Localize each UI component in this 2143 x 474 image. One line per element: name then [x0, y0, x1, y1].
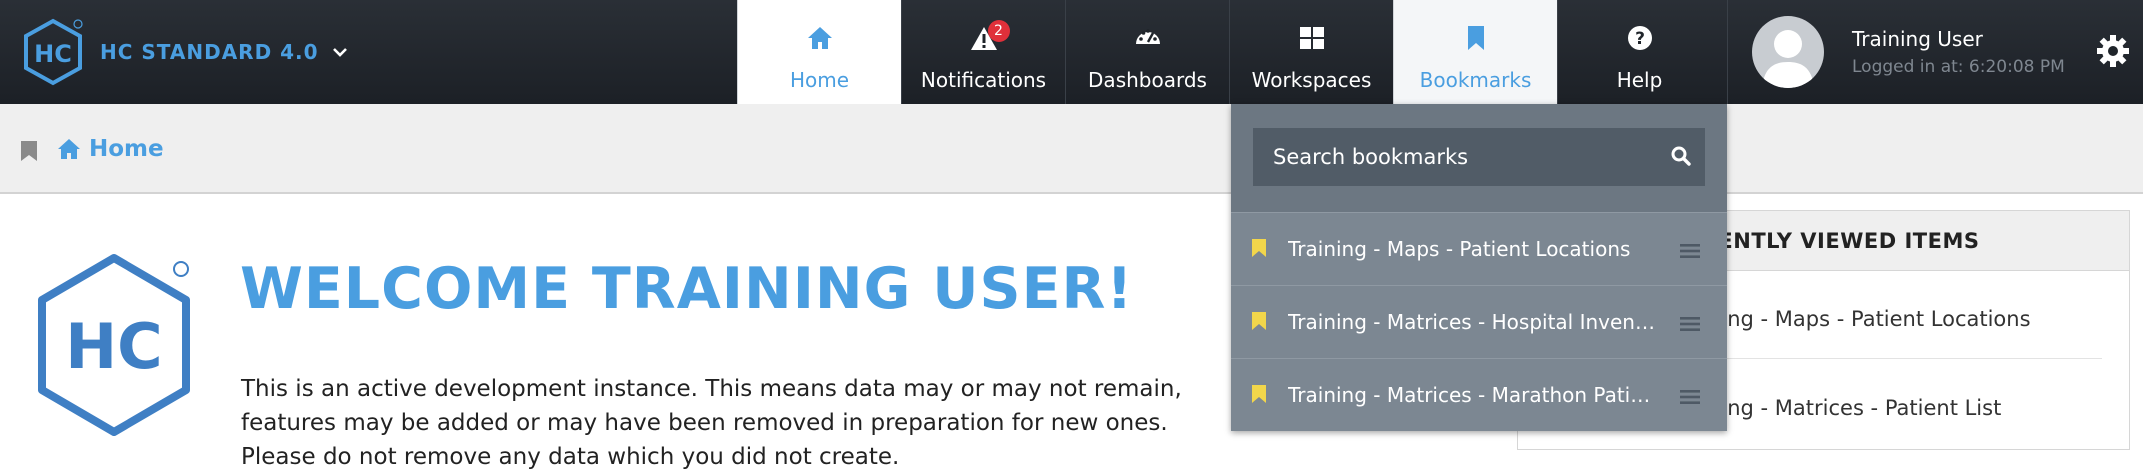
hc-logo-large-icon: HC: [38, 254, 190, 436]
notifications-icon-wrap: 2: [970, 20, 1010, 52]
tab-home[interactable]: Home: [737, 0, 901, 104]
brand-menu[interactable]: HC HC STANDARD 4.0: [20, 18, 349, 86]
bookmark-item[interactable]: Training - Matrices - Marathon Patient L…: [1231, 358, 1727, 431]
bookmark-flag-icon: [1252, 239, 1266, 257]
brand-name: HC STANDARD 4.0: [100, 40, 319, 64]
chevron-down-icon: [332, 48, 347, 57]
user-name: Training User: [1852, 27, 1983, 51]
bookmark-item-label: Training - Maps - Patient Locations: [1288, 237, 1631, 261]
avatar: [1752, 16, 1824, 88]
bookmark-item[interactable]: Training - Maps - Patient Locations: [1231, 212, 1727, 285]
tab-home-label: Home: [789, 68, 850, 92]
bookmark-item[interactable]: Training - Matrices - Hospital Inventory: [1231, 285, 1727, 358]
user-menu[interactable]: Training User Logged in at: 6:20:08 PM: [1727, 0, 2065, 104]
tab-bookmarks[interactable]: Bookmarks: [1393, 0, 1557, 104]
svg-text:HC: HC: [65, 310, 162, 383]
tab-dashboards[interactable]: Dashboards: [1065, 0, 1229, 104]
bookmark-icon: [1467, 26, 1484, 50]
bookmark-page-icon[interactable]: [20, 140, 38, 162]
dashboard-icon: [1135, 29, 1160, 44]
bookmark-search-area: [1231, 104, 1727, 212]
intro-text: This is an active development instance. …: [241, 376, 1182, 470]
main-nav: Home 2 Notifications Dashboards Workspac…: [737, 0, 1721, 104]
grid-icon: [1299, 27, 1324, 49]
tab-notifications-label: Notifications: [920, 68, 1047, 92]
page-title: WELCOME TRAINING USER!: [240, 256, 1134, 322]
svg-text:HC: HC: [34, 40, 72, 68]
bookmark-item-label: Training - Matrices - Hospital Inventory: [1288, 310, 1658, 334]
home-icon: [807, 27, 832, 49]
search-icon[interactable]: [1671, 146, 1691, 166]
gear-icon[interactable]: [2096, 34, 2130, 68]
bookmark-search-input[interactable]: [1253, 128, 1705, 186]
tab-help-label: Help: [1616, 68, 1663, 92]
bookmark-flag-icon: [1252, 312, 1266, 330]
user-silhouette-icon: [1762, 30, 1814, 88]
svg-text:?: ?: [1635, 29, 1645, 49]
tab-workspaces-label: Workspaces: [1251, 68, 1372, 92]
breadcrumb-home-label: Home: [89, 136, 164, 162]
top-navigation-bar: HC HC STANDARD 4.0 Home 2 Notifications …: [0, 0, 2143, 104]
login-time: Logged in at: 6:20:08 PM: [1852, 57, 2065, 77]
breadcrumb: Home: [0, 104, 2143, 194]
tab-help[interactable]: ? Help: [1557, 0, 1721, 104]
hc-logo-icon: HC: [24, 18, 83, 86]
bookmark-item-label: Training - Matrices - Marathon Patient L…: [1288, 383, 1658, 407]
user-info: Training User Logged in at: 6:20:08 PM: [1852, 27, 2065, 77]
drag-handle-icon[interactable]: [1679, 316, 1701, 332]
home-icon: [58, 139, 80, 159]
tab-bookmarks-label: Bookmarks: [1419, 68, 1532, 92]
bookmarks-dropdown: Training - Maps - Patient Locations Trai…: [1231, 104, 1727, 431]
drag-handle-icon[interactable]: [1679, 243, 1701, 259]
breadcrumb-home-link[interactable]: Home: [57, 136, 164, 162]
tab-workspaces[interactable]: Workspaces: [1229, 0, 1393, 104]
drag-handle-icon[interactable]: [1679, 389, 1701, 405]
notification-count-badge: 2: [987, 20, 1010, 42]
tab-notifications[interactable]: 2 Notifications: [901, 0, 1065, 104]
tab-dashboards-label: Dashboards: [1088, 68, 1207, 92]
help-icon: ?: [1627, 26, 1652, 50]
bookmark-flag-icon: [1252, 385, 1266, 403]
